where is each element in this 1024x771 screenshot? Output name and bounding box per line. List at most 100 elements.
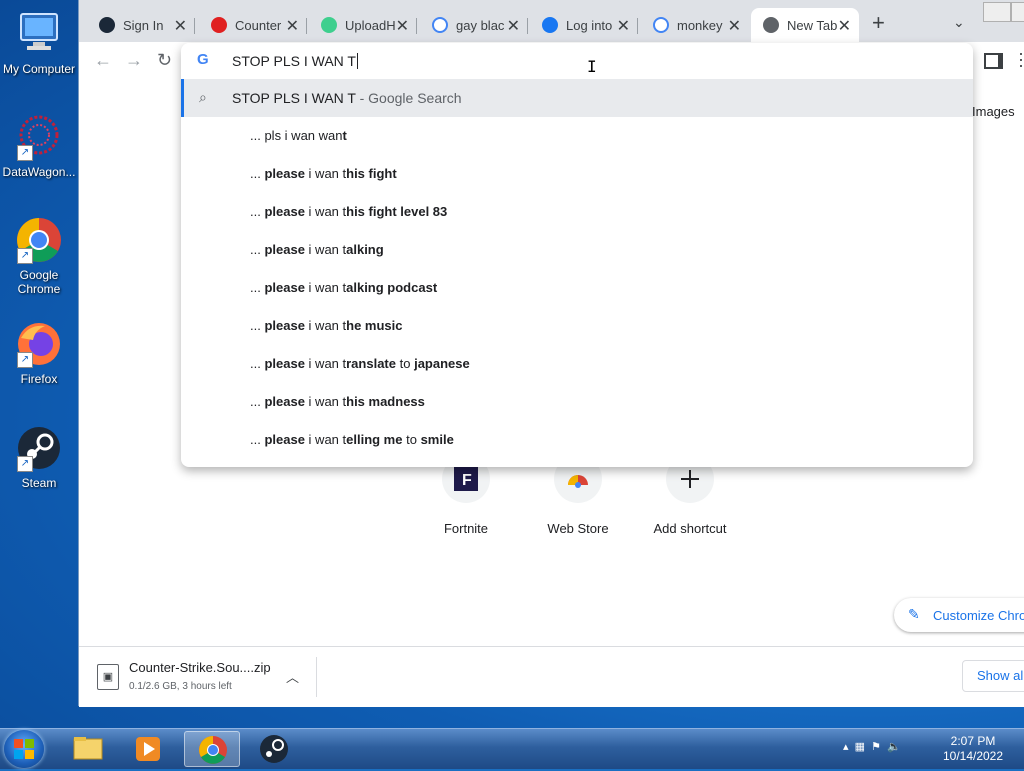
- close-tab-icon[interactable]: ✕: [507, 16, 520, 36]
- suggestion-item[interactable]: ... please i wan telling me to smile: [250, 421, 454, 459]
- chrome-icon: [199, 736, 227, 764]
- menu-dots-icon[interactable]: · · ·: [1018, 44, 1024, 74]
- tab-uploadh[interactable]: UploadH ✕: [309, 8, 417, 42]
- chrome-icon: [763, 17, 779, 33]
- suggestion-item[interactable]: ... please i wan this fight: [250, 155, 397, 193]
- shortcut-label: Fortnite: [443, 521, 489, 536]
- desktop-icon-my-computer[interactable]: My Computer: [0, 10, 78, 76]
- suggestion-suffix: - Google Search: [355, 90, 462, 106]
- suggestion-item[interactable]: ... please i wan the music: [250, 307, 402, 345]
- omnibox-input[interactable]: G STOP PLS I WAN T: [181, 43, 973, 79]
- shortcut-label: Web Store: [547, 521, 609, 536]
- chevron-up-icon[interactable]: ︿: [286, 667, 299, 686]
- pencil-icon: ✎: [908, 606, 920, 622]
- minimize-button[interactable]: [983, 2, 1011, 22]
- tab-new-tab[interactable]: New Tab ✕: [751, 8, 859, 42]
- desktop-icon-datawagon[interactable]: ↗ DataWagon...: [0, 113, 78, 179]
- back-arrow-icon[interactable]: ←: [94, 50, 112, 71]
- suggestion-item[interactable]: ... please i wan this madness: [250, 383, 425, 421]
- computer-icon: [15, 10, 63, 58]
- chrome-icon: ↗: [15, 216, 63, 264]
- shortcut-arrow-icon: ↗: [17, 456, 33, 472]
- zip-file-icon: ▣: [97, 664, 119, 690]
- maximize-button[interactable]: [1011, 2, 1024, 22]
- suggestion-item[interactable]: ... please i wan talking podcast: [250, 269, 437, 307]
- clock[interactable]: 2:07 PM 10/14/2022: [938, 734, 1008, 764]
- suggestion-query: STOP PLS I WAN T: [232, 90, 356, 106]
- close-tab-icon[interactable]: ✕: [286, 16, 299, 36]
- datawagon-icon: ↗: [15, 113, 63, 161]
- tab-counter[interactable]: Counter ✕: [199, 8, 307, 42]
- shortcut-add[interactable]: Add shortcut: [635, 455, 745, 536]
- download-status: 0.1/2.6 GB, 3 hours left: [129, 681, 232, 692]
- google-icon: [432, 17, 448, 33]
- suggestion-google-search[interactable]: ⌕ STOP PLS I WAN T - Google Search: [181, 79, 973, 117]
- divider: [316, 657, 317, 697]
- shortcut-fortnite[interactable]: F Fortnite: [411, 455, 521, 536]
- google-icon: [653, 17, 669, 33]
- forward-arrow-icon[interactable]: →: [125, 50, 143, 71]
- counter-icon: [211, 17, 227, 33]
- facebook-icon: [542, 17, 558, 33]
- reload-icon[interactable]: ↻: [157, 50, 172, 71]
- close-tab-icon[interactable]: ✕: [838, 16, 851, 36]
- tab-search-chevron-icon[interactable]: ⌄: [953, 14, 965, 31]
- tab-sign-in[interactable]: Sign In ✕: [87, 8, 195, 42]
- desktop-icon-steam[interactable]: ↗ Steam: [0, 424, 78, 490]
- shortcut-web-store[interactable]: Web Store: [523, 455, 633, 536]
- suggestion-item[interactable]: ... please i wan this fight level 83: [250, 193, 447, 231]
- close-tab-icon[interactable]: ✕: [396, 16, 409, 36]
- system-tray-icons[interactable]: ▴ ▦ ⚑ 🔈: [843, 740, 901, 753]
- desktop-icon-label: DataWagon...: [2, 165, 76, 179]
- clock-date: 10/14/2022: [942, 749, 1004, 763]
- steam-icon: [99, 17, 115, 33]
- suggestion-item[interactable]: ... please i wan translate to japanese: [250, 345, 470, 383]
- google-icon: G: [197, 51, 209, 68]
- clock-time: 2:07 PM: [950, 734, 996, 748]
- omnibox-query: STOP PLS I WAN T: [232, 53, 356, 69]
- folder-icon: [73, 737, 103, 760]
- tab-separator: [637, 18, 638, 34]
- taskbar-explorer[interactable]: [60, 731, 116, 767]
- close-tab-icon[interactable]: ✕: [617, 16, 630, 36]
- steam-icon: [260, 735, 288, 763]
- suggestion-item[interactable]: ... please i wan talking: [250, 231, 384, 269]
- tab-separator: [194, 18, 195, 34]
- tab-monkey[interactable]: monkey ✕: [641, 8, 749, 42]
- svg-text:F: F: [462, 472, 472, 489]
- taskbar: ▴ ▦ ⚑ 🔈 2:07 PM 10/14/2022: [0, 728, 1024, 769]
- tab-log-into[interactable]: Log into ✕: [530, 8, 638, 42]
- upload-icon: [321, 17, 337, 33]
- shortcut-arrow-icon: ↗: [17, 248, 33, 264]
- desktop-icon-label: Google Chrome: [17, 268, 61, 296]
- media-player-icon: [136, 737, 160, 761]
- shortcut-label: Add shortcut: [653, 521, 727, 536]
- shortcut-arrow-icon: ↗: [17, 352, 33, 368]
- desktop-icon-google-chrome[interactable]: ↗ Google Chrome: [0, 216, 78, 296]
- side-panel-icon[interactable]: [984, 53, 1003, 69]
- desktop-icon-label: Steam: [21, 476, 57, 490]
- firefox-icon: ↗: [15, 320, 63, 368]
- start-button[interactable]: [4, 730, 44, 768]
- text-cursor-icon: I: [587, 57, 597, 76]
- taskbar-steam[interactable]: [246, 731, 302, 767]
- tab-gay-blac[interactable]: gay blac ✕: [420, 8, 528, 42]
- tab-separator: [416, 18, 417, 34]
- suggestion-item[interactable]: ... pls i wan want: [250, 117, 347, 155]
- windows-logo-icon: [14, 739, 34, 759]
- tab-strip: Sign In ✕ Counter ✕ UploadH ✕ gay blac ✕…: [79, 0, 1024, 42]
- search-icon: ⌕: [199, 89, 207, 105]
- taskbar-media-player[interactable]: [120, 731, 176, 767]
- desktop-icon-firefox[interactable]: ↗ Firefox: [0, 320, 78, 386]
- taskbar-chrome[interactable]: [184, 731, 240, 767]
- tab-separator: [306, 18, 307, 34]
- download-file-name[interactable]: Counter-Strike.Sou....zip: [129, 660, 271, 675]
- show-all-button[interactable]: Show all: [962, 660, 1024, 692]
- customize-chrome-button[interactable]: ✎ Customize Chro: [894, 598, 1024, 632]
- steam-icon: ↗: [15, 424, 63, 472]
- new-tab-button[interactable]: +: [872, 12, 885, 34]
- close-tab-icon[interactable]: ✕: [174, 16, 187, 36]
- desktop-icon-label: Firefox: [20, 372, 58, 386]
- images-link[interactable]: Images: [972, 104, 1015, 119]
- close-tab-icon[interactable]: ✕: [728, 16, 741, 36]
